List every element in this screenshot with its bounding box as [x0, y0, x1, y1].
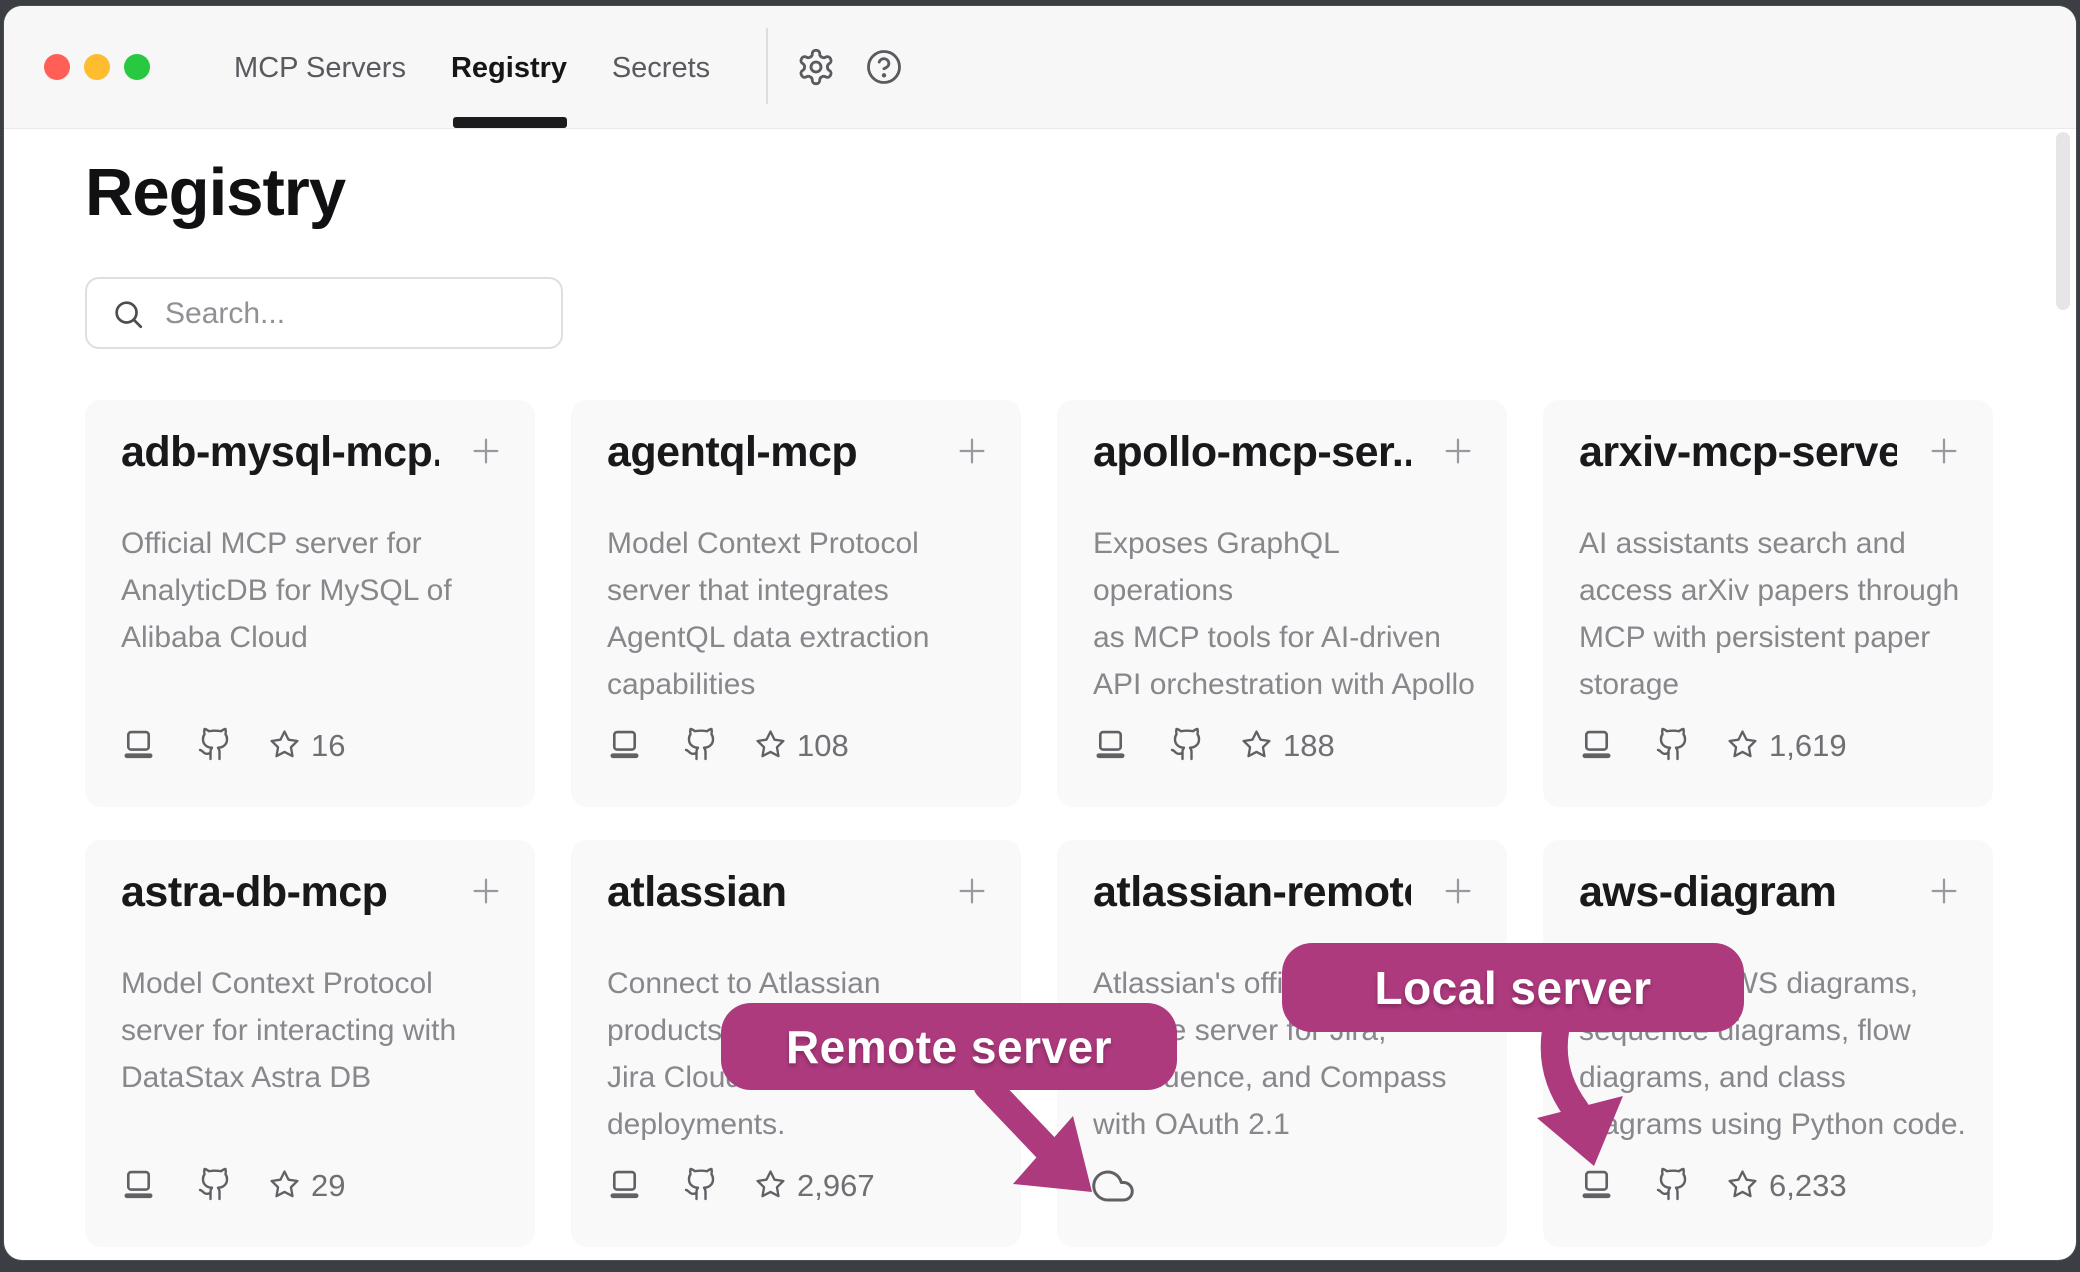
server-card[interactable]: astra-db-mcp Model Context Protocol serv…	[85, 840, 535, 1247]
server-name: atlassian	[607, 868, 925, 917]
laptop-icon	[1579, 727, 1614, 762]
add-server-button[interactable]	[1927, 874, 1961, 908]
card-footer: 29	[121, 1165, 511, 1205]
question-mark-icon[interactable]	[864, 47, 904, 87]
server-description: Model Context Protocol server for intera…	[121, 960, 513, 1101]
card-footer: 2,967	[607, 1165, 997, 1205]
tab-secrets[interactable]: Secrets	[612, 48, 710, 88]
gear-icon[interactable]	[796, 47, 836, 87]
close-button[interactable]	[44, 54, 70, 80]
card-footer: 1,619	[1579, 725, 1969, 765]
star-count: 108	[797, 728, 849, 764]
server-name: arxiv-mcp-server	[1579, 428, 1897, 477]
tab-registry[interactable]: Registry	[451, 48, 567, 88]
add-server-button[interactable]	[955, 434, 989, 468]
github-icon	[197, 1166, 233, 1202]
star-count: 6,233	[1769, 1168, 1847, 1204]
github-icon	[1169, 726, 1205, 762]
add-server-button[interactable]	[1927, 434, 1961, 468]
star-icon	[1241, 729, 1272, 760]
remote-server-callout: Remote server	[721, 1003, 1177, 1090]
card-footer: 108	[607, 725, 997, 765]
page-title: Registry	[85, 154, 345, 231]
add-server-button[interactable]	[1441, 434, 1475, 468]
server-name: agentql-mcp	[607, 428, 925, 477]
scrollbar-thumb[interactable]	[2056, 132, 2070, 310]
star-icon	[269, 1169, 300, 1200]
server-description: Model Context Protocol server that integ…	[607, 520, 999, 708]
laptop-icon	[1093, 727, 1128, 762]
minimize-button[interactable]	[84, 54, 110, 80]
card-footer: 188	[1093, 725, 1483, 765]
server-card[interactable]: aws-diagram Generate AWS diagrams, seque…	[1543, 840, 1993, 1247]
github-icon	[1655, 726, 1691, 762]
github-icon	[683, 1166, 719, 1202]
active-tab-indicator	[453, 117, 567, 128]
server-name: astra-db-mcp	[121, 868, 439, 917]
local-server-callout: Local server	[1282, 943, 1744, 1032]
star-count: 2,967	[797, 1168, 875, 1204]
maximize-button[interactable]	[124, 54, 150, 80]
star-icon	[269, 729, 300, 760]
add-server-button[interactable]	[469, 874, 503, 908]
cloud-icon	[1091, 1165, 1135, 1207]
add-server-button[interactable]	[1441, 874, 1475, 908]
add-server-button[interactable]	[955, 874, 989, 908]
star-icon	[755, 1169, 786, 1200]
laptop-icon	[607, 1167, 642, 1202]
screenshot-stage: MCP Servers Registry Secrets Registry	[0, 0, 2080, 1272]
titlebar-divider	[766, 28, 768, 104]
titlebar: MCP Servers Registry Secrets	[4, 6, 2076, 129]
server-card[interactable]: agentql-mcp Model Context Protocol serve…	[571, 400, 1021, 807]
star-count: 29	[311, 1168, 345, 1204]
search-box	[85, 277, 563, 349]
search-icon	[111, 297, 145, 331]
search-input[interactable]	[163, 281, 547, 347]
star-count: 16	[311, 728, 345, 764]
server-description: AI assistants search and access arXiv pa…	[1579, 520, 1971, 708]
traffic-lights	[44, 54, 150, 80]
card-footer: 6,233	[1579, 1165, 1969, 1205]
card-footer	[1093, 1165, 1483, 1205]
server-card[interactable]: arxiv-mcp-server AI assistants search an…	[1543, 400, 1993, 807]
server-description: Official MCP server for AnalyticDB for M…	[121, 520, 513, 661]
star-count: 188	[1283, 728, 1335, 764]
laptop-icon	[121, 1167, 156, 1202]
github-icon	[683, 726, 719, 762]
laptop-icon	[1579, 1167, 1614, 1202]
server-description: Exposes GraphQL operations as MCP tools …	[1093, 520, 1485, 708]
star-icon	[1727, 729, 1758, 760]
server-name: apollo-mcp-ser...	[1093, 428, 1411, 477]
star-icon	[755, 729, 786, 760]
server-name: atlassian-remote	[1093, 868, 1411, 917]
server-card-grid: adb-mysql-mcp... Official MCP server for…	[85, 400, 1993, 1247]
card-footer: 16	[121, 725, 511, 765]
add-server-button[interactable]	[469, 434, 503, 468]
laptop-icon	[607, 727, 642, 762]
tab-mcp-servers[interactable]: MCP Servers	[234, 48, 406, 88]
server-name: aws-diagram	[1579, 868, 1897, 917]
server-card[interactable]: adb-mysql-mcp... Official MCP server for…	[85, 400, 535, 807]
server-card[interactable]: apollo-mcp-ser... Exposes GraphQL operat…	[1057, 400, 1507, 807]
laptop-icon	[121, 727, 156, 762]
star-count: 1,619	[1769, 728, 1847, 764]
star-icon	[1727, 1169, 1758, 1200]
github-icon	[197, 726, 233, 762]
server-name: adb-mysql-mcp...	[121, 428, 439, 477]
github-icon	[1655, 1166, 1691, 1202]
